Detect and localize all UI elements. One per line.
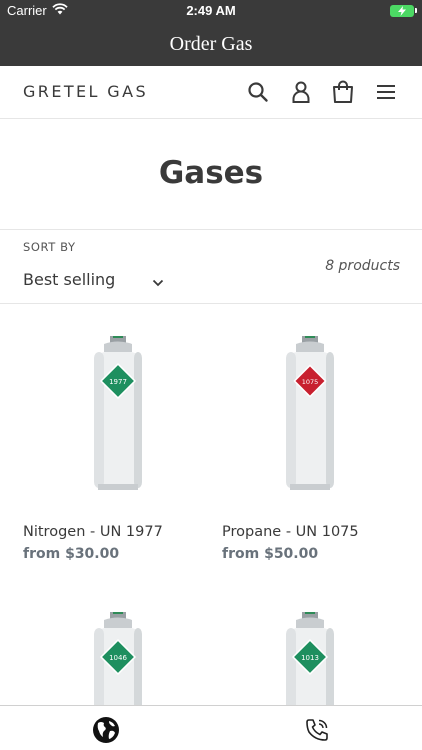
tab-call[interactable] <box>211 706 422 750</box>
nav-title: Order Gas <box>169 33 253 55</box>
sort-by-label: SORT BY <box>23 240 76 254</box>
product-price: from $50.00 <box>222 546 319 562</box>
status-time: 2:49 AM <box>186 3 236 18</box>
tab-browse[interactable] <box>0 706 211 750</box>
sort-select[interactable]: Best selling <box>23 268 168 294</box>
phone-icon <box>306 719 328 741</box>
product-image[interactable]: 1977 <box>23 336 213 496</box>
hazmat-code: 1977 <box>109 378 127 386</box>
hazmat-code: 1013 <box>301 654 319 662</box>
chevron-down-icon <box>152 273 164 292</box>
cart-icon[interactable] <box>331 80 355 104</box>
page-title: Gases <box>158 155 264 191</box>
sort-value: Best selling <box>23 270 116 289</box>
product-name[interactable]: Nitrogen - UN 1977 <box>23 524 163 540</box>
hazmat-code: 1046 <box>109 654 127 662</box>
product-price: from $30.00 <box>23 546 120 562</box>
menu-icon[interactable] <box>374 80 398 104</box>
site-header: GRETEL GAS <box>0 66 422 119</box>
brand-logo[interactable]: GRETEL GAS <box>23 82 148 101</box>
status-bar: Carrier 2:49 AM <box>0 0 422 22</box>
tab-bar <box>0 705 422 750</box>
battery-icon <box>390 5 417 17</box>
search-icon[interactable] <box>246 80 270 104</box>
product-count: 8 products <box>325 258 400 274</box>
sort-bar: SORT BY Best selling 8 products <box>0 229 422 304</box>
hazmat-code: 1075 <box>302 378 319 386</box>
globe-icon <box>93 717 119 743</box>
product-image[interactable]: 1075 <box>222 336 412 496</box>
account-icon[interactable] <box>289 80 313 104</box>
nav-bar: Order Gas <box>0 22 422 66</box>
product-name[interactable]: Propane - UN 1075 <box>222 524 359 540</box>
